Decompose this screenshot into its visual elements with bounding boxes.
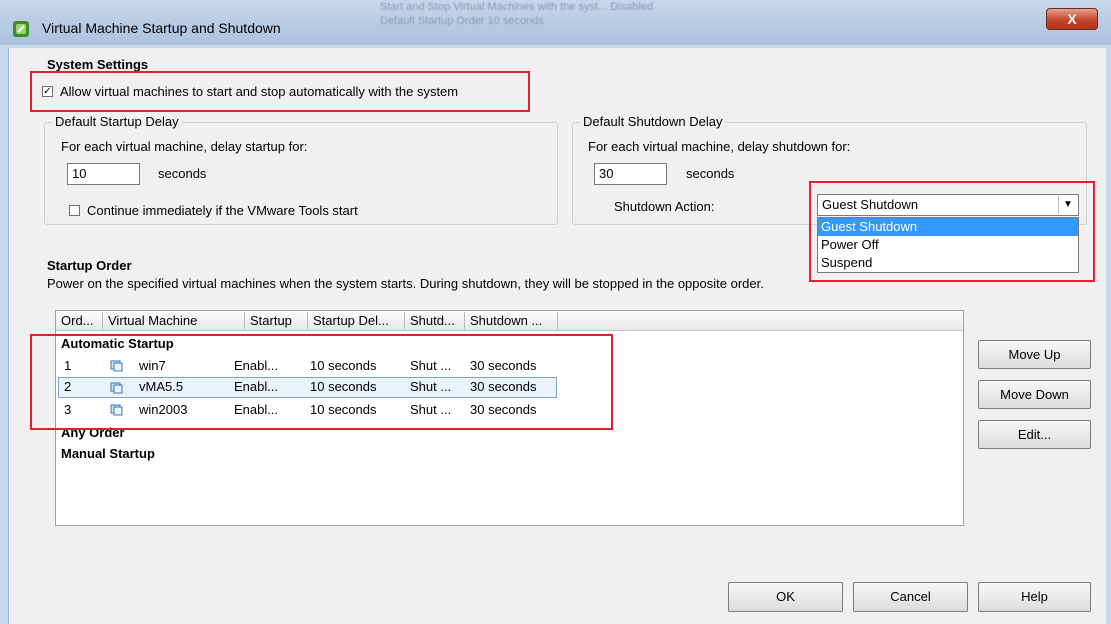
shutdown-delay-unit: seconds	[686, 166, 735, 181]
move-down-button[interactable]: Move Down	[978, 380, 1091, 409]
startup-order-heading: Startup Order	[47, 258, 132, 273]
move-up-button[interactable]: Move Up	[978, 340, 1091, 369]
edit-button[interactable]: Edit...	[978, 420, 1091, 449]
vsphere-app-icon	[13, 21, 29, 37]
window-title: Virtual Machine Startup and Shutdown	[42, 20, 281, 36]
help-button[interactable]: Help	[978, 582, 1091, 612]
auto-start-label: Allow virtual machines to start and stop…	[60, 84, 459, 99]
shutdown-action-label: Shutdown Action:	[614, 199, 715, 214]
cancel-button[interactable]: Cancel	[853, 582, 968, 612]
close-button[interactable]: X	[1046, 8, 1098, 30]
highlight-automatic-startup	[30, 334, 613, 430]
background-window-text: Start and Stop Virtual Machines with the…	[380, 1, 654, 27]
shutdown-delay-input[interactable]: 30	[594, 163, 667, 185]
column-order[interactable]: Ord...	[56, 312, 103, 330]
startup-delay-input[interactable]: 10	[67, 163, 140, 185]
highlight-shutdown-action	[809, 181, 1095, 282]
shutdown-delay-description: For each virtual machine, delay shutdown…	[588, 139, 851, 154]
continue-vmware-tools-checkbox[interactable]	[69, 205, 80, 216]
startup-delay-group-title: Default Startup Delay	[52, 114, 182, 129]
column-startup-delay[interactable]: Startup Del...	[308, 312, 405, 330]
column-startup[interactable]: Startup	[245, 312, 308, 330]
startup-delay-description: For each virtual machine, delay startup …	[61, 139, 308, 154]
system-settings-heading: System Settings	[47, 57, 149, 72]
column-virtual-machine[interactable]: Virtual Machine	[103, 312, 245, 330]
column-shutdown[interactable]: Shutd...	[405, 312, 465, 330]
auto-start-checkbox[interactable]: ✓	[42, 86, 53, 97]
column-shutdown-delay[interactable]: Shutdown ...	[465, 312, 558, 330]
group-manual-startup: Manual Startup	[61, 446, 155, 461]
continue-vmware-tools-label: Continue immediately if the VMware Tools…	[87, 203, 358, 218]
shutdown-delay-group-title: Default Shutdown Delay	[580, 114, 726, 129]
startup-delay-unit: seconds	[158, 166, 207, 181]
startup-order-description: Power on the specified virtual machines …	[47, 276, 764, 291]
ok-button[interactable]: OK	[728, 582, 843, 612]
